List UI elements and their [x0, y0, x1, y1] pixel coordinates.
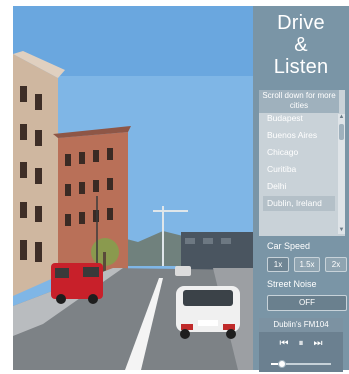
city-list-item[interactable]: Buenos Aires [263, 128, 335, 143]
car-speed-label: Car Speed [267, 241, 311, 251]
skip-next-icon[interactable]: ⏭ [314, 338, 323, 349]
scroll-hint-text: Scroll down for more cities [259, 90, 339, 113]
street-noise-toggle[interactable]: OFF [267, 295, 347, 311]
app-title-line-1: Drive [277, 12, 325, 34]
street-noise-label: Street Noise [267, 279, 317, 289]
car-speed-buttons: 1x 1.5x 2x [267, 257, 347, 272]
app-frame: Drive & Listen Scroll down for more citi… [0, 0, 349, 374]
city-list-item[interactable]: Budapest [263, 111, 335, 126]
app-title: Drive & Listen [253, 12, 349, 78]
speed-1-5x-button[interactable]: 1.5x [294, 257, 320, 272]
street-view-video [13, 6, 253, 370]
skip-previous-icon[interactable]: ⏮ [280, 338, 289, 349]
scroll-up-icon[interactable]: ▲ [338, 114, 345, 121]
city-list-item[interactable]: Delhi [263, 179, 335, 194]
city-list-item[interactable]: Chicago [263, 145, 335, 160]
playback-progress-knob[interactable] [277, 360, 286, 368]
app-title-line-2: & [294, 34, 308, 56]
city-list-items[interactable]: Budapest Buenos Aires Chicago Curitiba D… [263, 111, 335, 236]
pause-icon[interactable]: ⏸ [299, 338, 304, 349]
radio-player: Dublin's FM104 ⏮ ⏸ ⏭ [259, 318, 343, 372]
speed-1x-button[interactable]: 1x [267, 257, 289, 272]
app-title-line-3: Listen [273, 56, 329, 78]
city-list: Scroll down for more cities Budapest Bue… [259, 90, 345, 236]
scrollbar-thumb[interactable] [339, 124, 344, 140]
station-name: Dublin's FM104 [259, 318, 343, 332]
street-scene-image [13, 6, 253, 370]
city-list-item[interactable]: Curitiba [263, 162, 335, 177]
scroll-down-icon[interactable]: ▼ [338, 227, 345, 234]
playback-progress-bar[interactable] [271, 360, 331, 368]
city-list-item-selected[interactable]: Dublin, Ireland [263, 196, 335, 211]
city-list-scrollbar[interactable]: ▲ ▼ [338, 114, 345, 234]
control-panel: Drive & Listen Scroll down for more citi… [253, 6, 349, 372]
speed-2x-button[interactable]: 2x [325, 257, 347, 272]
player-controls: ⏮ ⏸ ⏭ [259, 338, 343, 349]
